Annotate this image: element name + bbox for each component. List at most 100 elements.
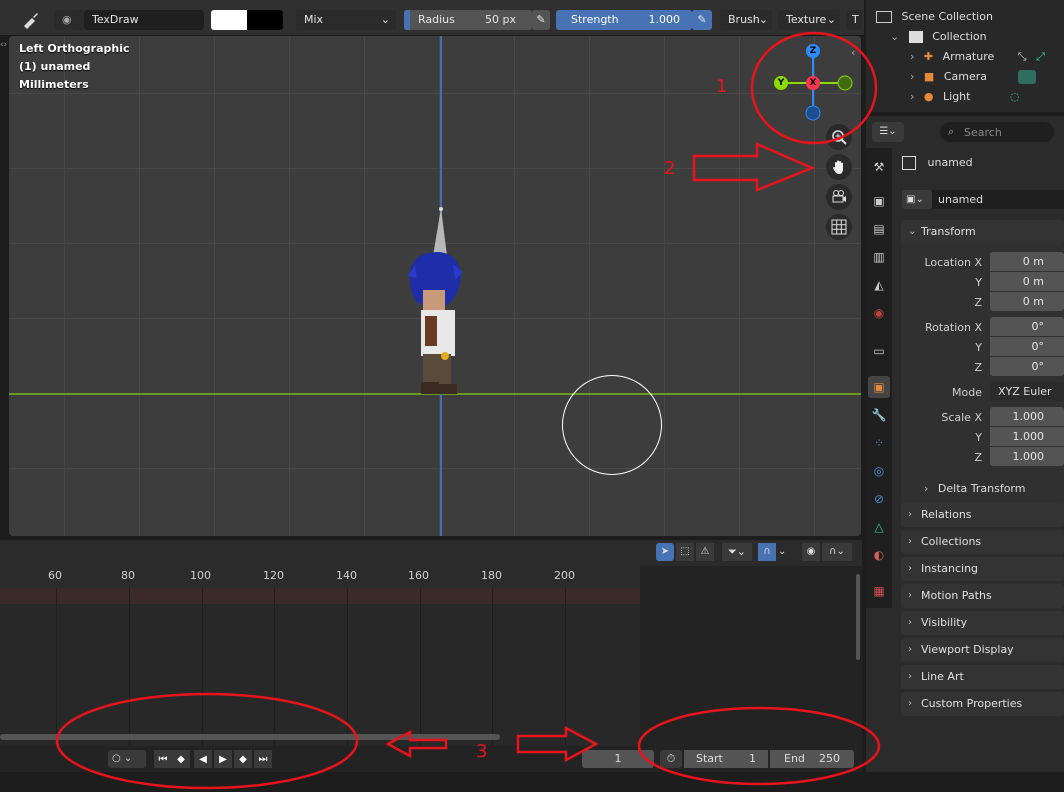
prev-keyframe-icon[interactable]: ◆	[172, 750, 190, 768]
keyframe-area[interactable]	[0, 588, 640, 746]
stopwatch-icon[interactable]: ⏱	[660, 750, 682, 768]
world-tab-icon[interactable]: ◉	[868, 302, 890, 324]
camera-view-icon[interactable]	[826, 184, 852, 210]
rotation-mode-dropdown[interactable]: XYZ Euler	[990, 382, 1064, 401]
gizmo-x-axis[interactable]: X	[806, 76, 820, 90]
object-browse-button[interactable]: ▣⌄	[902, 190, 932, 209]
outliner-item-light[interactable]: › ● Light ◌	[910, 90, 1020, 103]
strength-pressure-icon[interactable]: ✎	[692, 10, 712, 30]
particles-tab-icon[interactable]: ⁘	[868, 432, 890, 454]
select-only-icon[interactable]: ➤	[656, 543, 674, 561]
object-name-field[interactable]: unamed	[932, 190, 1064, 209]
data-tab-icon[interactable]: △	[868, 516, 890, 538]
zoom-icon[interactable]	[826, 124, 852, 150]
location-x-field[interactable]: 0 m	[990, 252, 1064, 271]
play-icon[interactable]: ▶	[214, 750, 232, 768]
color-primary-swatch[interactable]	[211, 10, 247, 30]
rotation-y-field[interactable]: 0°	[990, 337, 1064, 356]
left-collapse-arrows[interactable]: ‹›	[0, 40, 8, 70]
radius-field[interactable]: Radius 50 px	[404, 10, 532, 30]
material-tab-icon[interactable]: ◐	[868, 544, 890, 566]
rotation-x-field[interactable]: 0°	[990, 317, 1064, 336]
3d-viewport[interactable]: Left Orthographic (1) unamed Millimeters…	[9, 36, 861, 536]
end-label: End	[784, 752, 805, 765]
snap-icon[interactable]: ∩	[758, 543, 776, 561]
horizontal-scrollbar[interactable]	[0, 734, 500, 740]
grid-line	[347, 588, 348, 746]
collections-panel-header[interactable]: › Collections	[901, 530, 1064, 554]
editor-type-icon[interactable]: ☰⌄	[872, 122, 904, 142]
render-tab-icon[interactable]: ▣	[868, 190, 890, 212]
proportional-edit-icon[interactable]: ◉	[802, 543, 820, 561]
location-z-field[interactable]: 0 m	[990, 292, 1064, 311]
collection-row[interactable]: ⌄ Collection	[890, 30, 987, 43]
navigation-gizmo[interactable]: Z Y X	[771, 42, 855, 122]
grid-line	[492, 588, 493, 746]
chevron-down-icon: ⌄	[890, 30, 900, 43]
character-model[interactable]	[401, 206, 471, 401]
frame-ruler[interactable]: 60 80 100 120 140 160 180 200	[0, 566, 640, 588]
filter-icon[interactable]: ⏷⌄	[722, 543, 752, 561]
chevron-right-icon: ›	[910, 70, 915, 83]
end-frame-field[interactable]: End 250	[770, 750, 854, 768]
constraints-tab-icon[interactable]: ⊘	[868, 488, 890, 510]
color-secondary-swatch[interactable]	[247, 10, 283, 30]
keying-dropdown[interactable]: ○ ⌄	[108, 750, 146, 768]
location-y-field[interactable]: 0 m	[990, 272, 1064, 291]
motion-paths-panel-header[interactable]: › Motion Paths	[901, 584, 1064, 608]
instancing-panel-header[interactable]: › Instancing	[901, 557, 1064, 581]
physics-tab-icon[interactable]: ◎	[868, 460, 890, 482]
gizmo-z-axis[interactable]: Z	[806, 44, 820, 58]
delta-transform-subpanel[interactable]: › Delta Transform	[924, 482, 1025, 495]
view-layer-tab-icon[interactable]: ▥	[868, 246, 890, 268]
collapse-sidebar-icon[interactable]: ‹	[851, 46, 855, 59]
jump-to-start-icon[interactable]: ⏮	[154, 750, 172, 768]
texture-menu[interactable]: Texture ⌄	[778, 10, 840, 30]
vertical-scrollbar[interactable]	[856, 574, 860, 660]
radius-pressure-icon[interactable]: ✎	[532, 10, 550, 30]
relations-panel-header[interactable]: › Relations	[901, 503, 1064, 527]
chevron-down-icon[interactable]: ⌄	[778, 543, 792, 561]
object-tab-icon[interactable]: ▣	[868, 376, 890, 398]
transform-panel-header[interactable]: ⌄ Transform	[901, 220, 1064, 244]
texture-tab-icon[interactable]: ▦	[868, 580, 890, 602]
collection-tab-icon[interactable]: ▭	[868, 340, 890, 362]
start-frame-field[interactable]: Start 1	[684, 750, 768, 768]
scale-x-field[interactable]: 1.000	[990, 407, 1064, 426]
brush-tool-icon[interactable]	[20, 10, 42, 30]
outliner-item-camera[interactable]: › ■ Camera	[910, 70, 1037, 84]
falloff-curve-icon[interactable]: ∩⌄	[822, 543, 852, 561]
strength-field[interactable]: Strength 1.000	[556, 10, 692, 30]
rotation-z-field[interactable]: 0°	[990, 357, 1064, 376]
current-frame-field[interactable]: 1	[582, 750, 654, 768]
brush-name-field[interactable]: TexDraw	[84, 10, 204, 30]
scale-z-field[interactable]: 1.000	[990, 447, 1064, 466]
brush-icon-selector[interactable]: ◉	[54, 10, 84, 30]
next-keyframe-icon[interactable]: ◆	[234, 750, 252, 768]
custom-properties-panel-header[interactable]: › Custom Properties	[901, 692, 1064, 716]
scene-collection-row[interactable]: Scene Collection	[876, 10, 993, 23]
brush-menu[interactable]: Brush ⌄	[720, 10, 772, 30]
modifier-tab-icon[interactable]: 🔧	[868, 404, 890, 426]
blend-mode-dropdown[interactable]: Mix ⌄	[296, 10, 396, 30]
warning-icon[interactable]: ⚠	[696, 543, 714, 561]
perspective-grid-icon[interactable]	[826, 214, 852, 240]
visibility-panel-header[interactable]: › Visibility	[901, 611, 1064, 635]
truncated-menu[interactable]: T	[846, 10, 862, 30]
view-all-icon[interactable]: ⬚	[676, 543, 694, 561]
viewport-display-panel-header[interactable]: › Viewport Display	[901, 638, 1064, 662]
scale-y-field[interactable]: 1.000	[990, 427, 1064, 446]
jump-to-end-icon[interactable]: ⏭	[254, 750, 272, 768]
tool-tab-icon[interactable]: ⚒	[868, 156, 890, 178]
output-tab-icon[interactable]: ▤	[868, 218, 890, 240]
outliner-item-armature[interactable]: › ✚ Armature ⤡ ⤢	[910, 50, 1045, 64]
gizmo-y-axis[interactable]: Y	[774, 76, 788, 90]
location-z-label: Z	[974, 296, 982, 309]
view-name: Left Orthographic	[19, 42, 130, 55]
properties-search[interactable]: ⌕ Search	[940, 122, 1054, 142]
play-reverse-icon[interactable]: ◀	[194, 750, 212, 768]
pan-hand-icon[interactable]	[826, 154, 852, 180]
annotation-label-1: 1	[716, 76, 728, 97]
line-art-panel-header[interactable]: › Line Art	[901, 665, 1064, 689]
scene-tab-icon[interactable]: ◭	[868, 274, 890, 296]
